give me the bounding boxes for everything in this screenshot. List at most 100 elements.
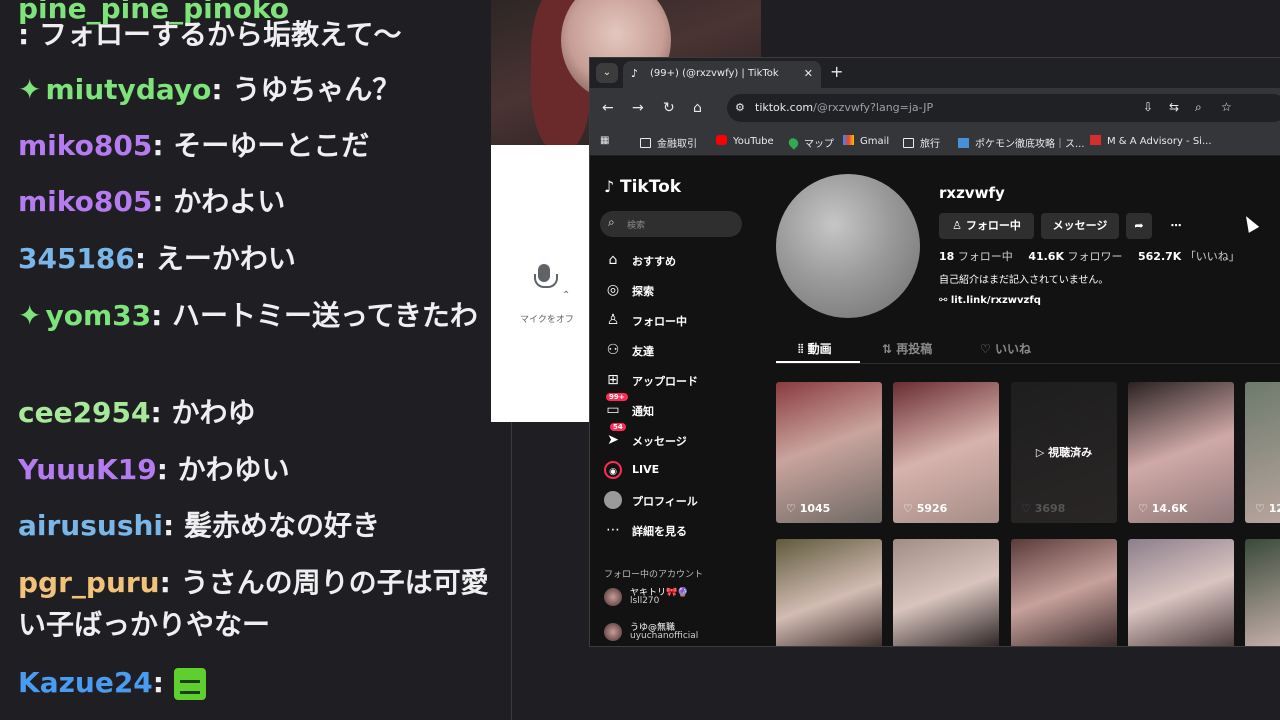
mic-label: マイクをオフ (520, 315, 574, 325)
bookmark-pokemon[interactable]: ポケモン徹底攻略｜ス... (958, 135, 1085, 150)
avatar (604, 588, 622, 606)
bookmark-folder[interactable]: 金融取引 (640, 135, 697, 150)
home-icon[interactable]: ⌂ (693, 100, 702, 116)
nav-label: 探索 (632, 285, 654, 298)
zoom-icon[interactable]: ⌕ (1195, 100, 1202, 115)
tiktok-favicon-icon: ♪ (631, 67, 639, 80)
search-input[interactable]: ⌕ 検索 (600, 211, 742, 237)
video-thumbnail[interactable] (893, 539, 999, 646)
chat-username[interactable]: 345186 (18, 242, 135, 275)
profile-bio: 自己紹介はまだ記入されていません。 (939, 275, 1109, 286)
bookmark-label: 旅行 (920, 139, 940, 150)
more-options-icon[interactable]: ⋯ (1162, 213, 1190, 239)
chat-username[interactable]: pgr_puru (18, 566, 160, 599)
chat-text: : ハートミー送ってきたわ (151, 299, 478, 332)
folder-icon (903, 138, 914, 148)
nav-item-following[interactable]: ♙ フォロー中 (604, 308, 744, 334)
nav-item-live[interactable]: ◉ LIVE (604, 458, 744, 484)
install-app-icon[interactable]: ⇩ (1143, 100, 1153, 114)
reload-icon[interactable]: ↻ (663, 100, 675, 116)
video-thumbnail[interactable] (1011, 539, 1117, 646)
tiktok-logo[interactable]: ♪ TikTok (604, 177, 681, 197)
bookmark-youtube[interactable]: YouTube (716, 135, 774, 147)
nav-label: アップロード (632, 375, 698, 388)
nav-item-friends[interactable]: ⚇ 友達 (604, 338, 744, 364)
address-bar[interactable]: ⚙ tiktok.com/@rxzvwfy?lang=ja-JP ⇩ ⇆ ⌕ ☆ (727, 94, 1280, 122)
tab-tiktok[interactable]: ♪ (99+) (@rxzvwfy) | TikTok ✕ (623, 61, 821, 88)
following-account[interactable]: うゆ@無職 uyuchanofficial (604, 620, 744, 644)
nav-label: フォロー中 (632, 315, 687, 328)
grid-icon: ⦙⦙ (798, 342, 808, 356)
video-thumbnail[interactable]: ♡ 5926 (893, 382, 999, 523)
bookmark-gmail[interactable]: Gmail (843, 135, 889, 147)
chat-message: miko805: かわよい (18, 181, 497, 223)
nav-label: 詳細を見る (632, 525, 687, 538)
video-thumbnail[interactable]: ♡ 12 (1245, 382, 1280, 523)
nav-item-inbox[interactable]: ▭ 99+ 通知 (604, 393, 744, 424)
following-account[interactable]: ヤキトリ🎀🔮 lsll270 (604, 585, 744, 609)
caret-up-icon[interactable]: ⌃ (562, 290, 570, 301)
chat-text: : うゆちゃん？ (211, 73, 401, 106)
chat-username[interactable]: YuuuK19 (18, 453, 157, 486)
message-button[interactable]: メッセージ (1041, 213, 1119, 239)
tab-likes[interactable]: ♡ いいね (980, 340, 1031, 357)
view-count-value: 3698 (1034, 502, 1066, 515)
video-thumbnail[interactable]: ♡ 14.6K (1128, 382, 1234, 523)
nav-item-explore[interactable]: ◎ 探索 (604, 278, 744, 304)
bookmark-folder[interactable]: 旅行 (903, 135, 940, 150)
chat-username[interactable]: cee2954 (18, 396, 151, 429)
chat-username[interactable]: yom33 (45, 299, 151, 332)
nav-item-profile[interactable]: プロフィール (604, 488, 744, 514)
nav-item-upload[interactable]: ⊞ アップロード (604, 368, 744, 394)
tab-label: 再投稿 (896, 342, 933, 356)
bookmark-maps[interactable]: マップ (786, 135, 834, 150)
profile-link[interactable]: ⚯ lit.link/rxzwvzfq (939, 295, 1041, 306)
nav-item-recommend[interactable]: ⌂ おすすめ (604, 248, 744, 274)
chat-username[interactable]: miko805 (18, 185, 152, 218)
url-text: tiktok.com/@rxzvwfy?lang=ja-JP (755, 101, 933, 114)
new-tab-button[interactable]: + (830, 62, 843, 81)
translate-icon[interactable]: ⇆ (1169, 100, 1179, 114)
share-icon[interactable]: ➦ (1126, 213, 1152, 239)
tab-videos[interactable]: ⦙⦙ 動画 (798, 340, 832, 357)
nav-item-more[interactable]: ⋯ 詳細を見る (604, 518, 744, 544)
video-thumbnail[interactable]: ▷ 視聴済み ♡ 3698 (1011, 382, 1117, 523)
tab-search-icon[interactable]: ⌄ (596, 63, 618, 83)
video-thumbnail[interactable] (776, 539, 882, 646)
video-thumbnail[interactable]: ♡ 1045 (776, 382, 882, 523)
following-button[interactable]: ♙ フォロー中 (939, 213, 1034, 239)
video-thumbnail[interactable] (1245, 539, 1280, 646)
video-thumbnail[interactable] (1128, 539, 1234, 646)
upload-icon: ⊞ (607, 372, 619, 388)
mic-control[interactable]: ⌃ マイクをオフ (516, 254, 574, 334)
chat-username[interactable]: airusushi (18, 509, 163, 542)
nav-label: メッセージ (632, 435, 687, 448)
ma-advisory-icon (1090, 135, 1101, 145)
forward-icon[interactable]: → (632, 100, 644, 116)
chat-username[interactable]: Kazue24 (18, 666, 153, 699)
tab-label: いいね (994, 342, 1031, 356)
youtube-icon (716, 135, 727, 145)
nav-label: 友達 (632, 345, 654, 358)
nav-item-messages[interactable]: ➤ 54 メッセージ (604, 423, 744, 454)
bookmark-star-icon[interactable]: ☆ (1221, 100, 1232, 114)
chat-username[interactable]: miutydayo (45, 73, 211, 106)
following-icon: ♙ (606, 312, 620, 328)
live-icon: ◉ (604, 461, 622, 479)
sparkle-badge-icon: ✦ (18, 73, 42, 106)
chat-message: pgr_puru: うさんの周りの子は可愛い子ばっかりやなー (18, 562, 497, 646)
gmail-icon (843, 135, 854, 145)
apps-grid-icon[interactable]: ▦ (600, 135, 609, 146)
close-tab-icon[interactable]: ✕ (804, 67, 813, 80)
profile-icon (604, 491, 622, 509)
site-info-icon[interactable]: ⚙ (735, 101, 749, 115)
bookmark-ma[interactable]: M & A Advisory - Si... (1090, 135, 1212, 147)
tab-reposts[interactable]: ⇅ 再投稿 (882, 340, 932, 357)
profile-avatar[interactable] (776, 174, 920, 318)
url-host: tiktok.com (755, 101, 814, 114)
nav-label: 通知 (632, 405, 654, 418)
back-icon[interactable]: ← (602, 100, 614, 116)
chat-username[interactable]: miko805 (18, 129, 152, 162)
tab-active-indicator (776, 361, 860, 363)
maps-pin-icon (786, 136, 801, 150)
